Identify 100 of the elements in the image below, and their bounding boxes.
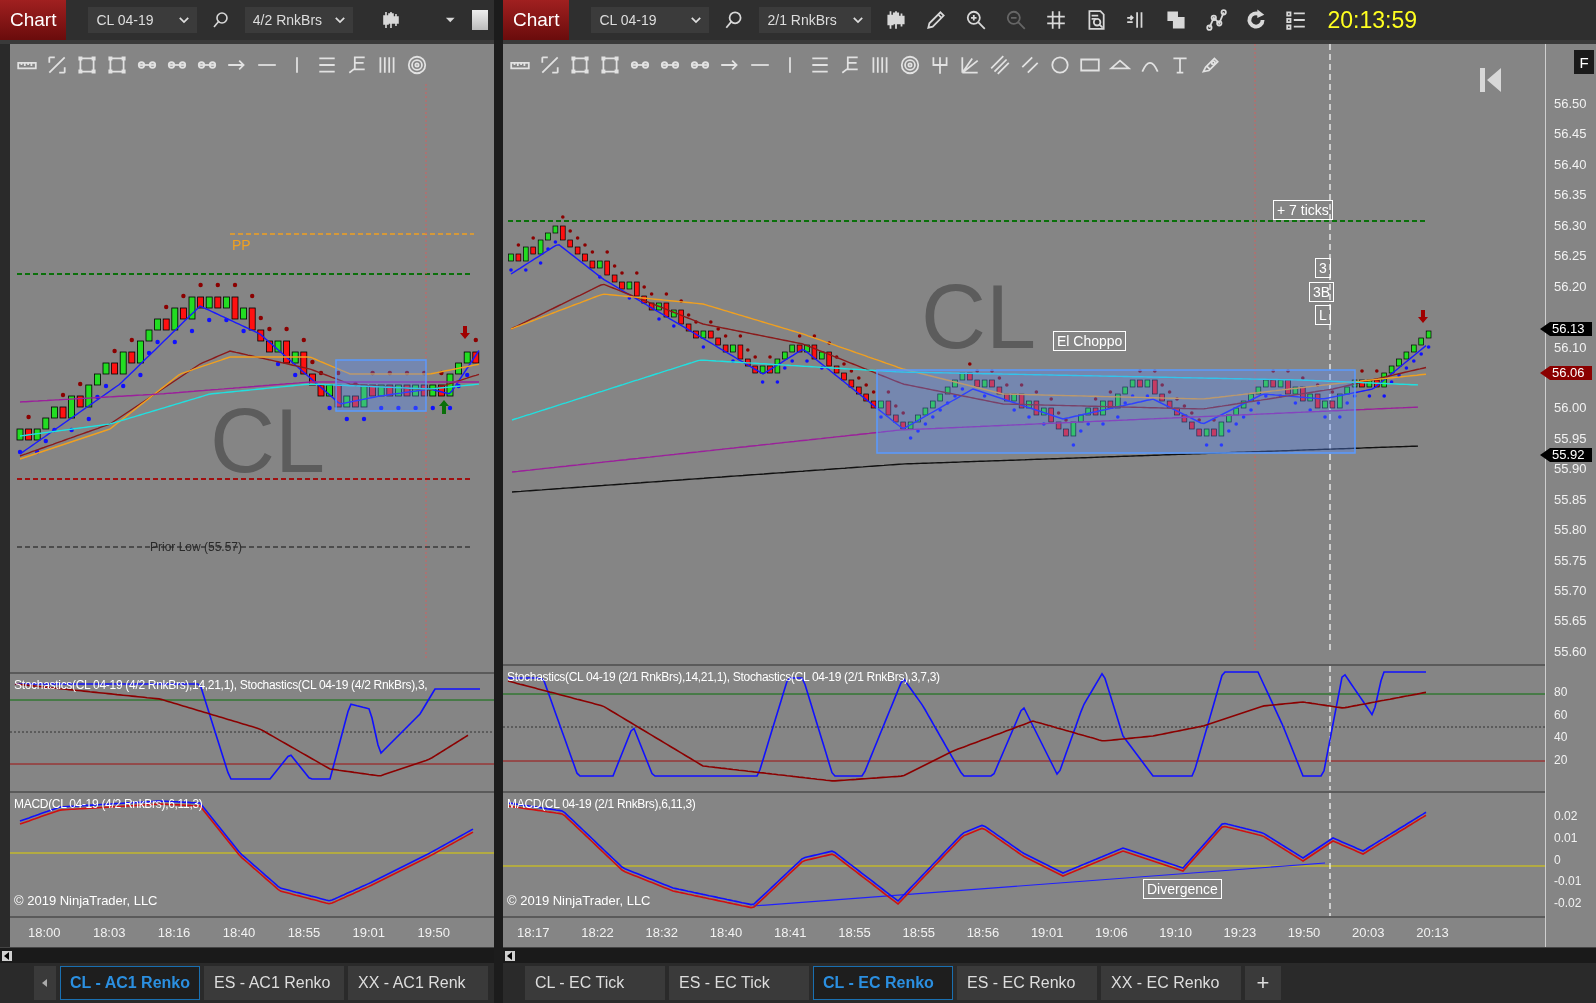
time-axis-label: 19:50 [1287,925,1321,940]
time-axis-label: 18:55 [902,925,935,940]
circle-icon[interactable] [1049,54,1071,76]
clock-time: 20:13:59 [1327,6,1417,34]
price-axis-label: 55.80 [1554,522,1587,539]
price-axis-label: 56.45 [1554,126,1587,143]
pencil-icon[interactable] [925,9,948,31]
prior-low-label: Prior Low (55.57) [150,540,243,554]
time-axis-label: 18:00 [28,925,61,940]
layers-icon[interactable] [1165,9,1188,31]
target-icon[interactable] [406,54,428,76]
fan-icon[interactable] [959,54,981,76]
price-axis-label: 56.25 [1554,248,1587,265]
price-axis-label: 55.70 [1554,583,1587,599]
time-axis-label: 18:03 [92,925,126,940]
chart-tab[interactable]: CL - EC Tick [525,966,665,1000]
chart-tab[interactable]: ES - AC1 Renko [204,966,344,1000]
instrument-dropdown[interactable]: CL 04-19 [591,7,710,33]
oscillator-axis-label: -0.02 [1554,895,1583,913]
instrument-dropdown[interactable]: CL 04-19 [88,7,197,33]
chart-tab[interactable]: CL - AC1 Renko [60,966,200,1000]
price-marker: 56.06 [1540,366,1592,380]
risk-reward-icon[interactable] [46,54,68,76]
time-axis-label: 18:55 [287,925,321,940]
scroll-left-icon[interactable] [2,950,12,961]
list-icon[interactable] [1285,9,1308,31]
zoom-in-icon[interactable] [965,9,988,31]
caret-left-icon [40,978,50,988]
oscillator-axis-label: 40 [1554,729,1569,746]
chart-tab[interactable]: CL - EC Renko [813,966,953,1000]
side-panel-button[interactable]: F [1574,50,1594,74]
time-axis-label: 19:01 [352,925,386,940]
copyright-text: © 2019 NinjaTrader, LLC [507,893,651,908]
time-axis-label: 20:03 [1352,925,1385,940]
price-axis-label: 55.95 [1554,430,1587,447]
fibonacci-extension-icon[interactable] [346,54,368,76]
price-axis-label: 56.50 [1554,96,1587,112]
sell-arrow-icon [460,326,470,339]
chart-tab[interactable]: XX - EC Renko [1101,966,1241,1000]
fibonacci-extension-icon[interactable] [839,54,861,76]
time-axis-label: 18:22 [581,925,614,940]
chart-annotation: El Choppo [1053,331,1127,351]
price-axis-label: 55.65 [1554,613,1587,630]
risk-reward-icon[interactable] [539,54,561,76]
time-axis-label: 18:32 [645,925,678,940]
parallel-lines-icon[interactable] [1019,54,1041,76]
chart-annotation: 3 [1315,258,1331,278]
time-axis-label: 18:41 [773,925,807,940]
time-axis-label: 18:17 [517,925,550,940]
chart-tab[interactable]: ES - EC Renko [957,966,1097,1000]
oscillator-axis-label: 0 [1554,851,1562,869]
candlestick-icon[interactable] [381,9,402,31]
price-axis-label: 55.85 [1554,491,1587,508]
add-tab-button[interactable]: + [1245,966,1281,1000]
channel-icon[interactable] [989,54,1011,76]
color-swatch-icon[interactable] [471,10,488,30]
chart-tab[interactable]: ES - EC Tick [669,966,809,1000]
go-to-end-icon[interactable] [1480,68,1501,92]
price-marker: 56.13 [1540,322,1592,336]
chart-annotation: L [1315,305,1331,325]
price-axis-label: 56.30 [1554,217,1587,234]
price-axis-label: 56.40 [1554,156,1587,173]
chart-annotation: + 7 ticks [1273,200,1333,220]
zoom-out-icon[interactable] [1005,9,1028,31]
pivot-label: PP [232,237,251,253]
price-axis-label: 56.35 [1554,187,1587,204]
copyright-text: © 2019 NinjaTrader, LLC [14,893,158,908]
price-axis-label: 55.90 [1554,461,1587,478]
price-marker: 55.92 [1540,448,1592,462]
bar-type-dropdown[interactable]: 4/2 RnkBrs [244,7,354,33]
price-axis-label: 56.00 [1554,400,1587,417]
bar-type-dropdown[interactable]: 2/1 RnkBrs [759,7,872,33]
time-axis-label: 18:55 [838,925,871,940]
tab-scroll-button[interactable] [34,966,56,1000]
time-axis-label: 19:01 [1030,925,1064,940]
chart-annotation: Divergence [1143,879,1222,899]
scroll-left-icon[interactable] [505,950,515,961]
price-axis-label: 56.20 [1554,278,1587,295]
node-line-icon[interactable] [1205,9,1228,31]
time-axis-label: 19:23 [1223,925,1257,940]
time-axis-label: 18:40 [709,925,743,940]
crosshair-icon[interactable] [1045,9,1068,31]
marker-icon[interactable] [1199,54,1221,76]
candlestick-icon[interactable] [885,9,908,31]
time-axis-label: 20:13 [1416,925,1449,940]
oscillator-axis-label: 60 [1554,706,1569,724]
indicator-title: Stochastics(CL 04-19 (2/1 RnkBrs),14,21,1), Stochastics(CL 04-19 (2/1 RnkBrs),3,7,3) [506,669,941,684]
chart-annotation: 3B [1309,282,1335,302]
sell-arrow-icon [1418,310,1428,323]
chart-tab[interactable]: XX - AC1 Renk [348,966,488,1000]
chart-menu-button[interactable]: Chart [0,0,67,40]
chart-menu-button[interactable]: Chart [503,0,570,40]
time-axis-label: 18:40 [222,925,256,940]
time-axis-label: 19:10 [1159,925,1192,940]
time-axis-label: 18:16 [157,925,191,940]
target-icon[interactable] [899,54,921,76]
price-axis-label: 56.10 [1554,339,1587,356]
oscillator-axis-label: 0.02 [1554,808,1579,825]
price-axis-label: 55.75 [1554,552,1587,569]
time-axis-label: 19:06 [1095,925,1128,940]
